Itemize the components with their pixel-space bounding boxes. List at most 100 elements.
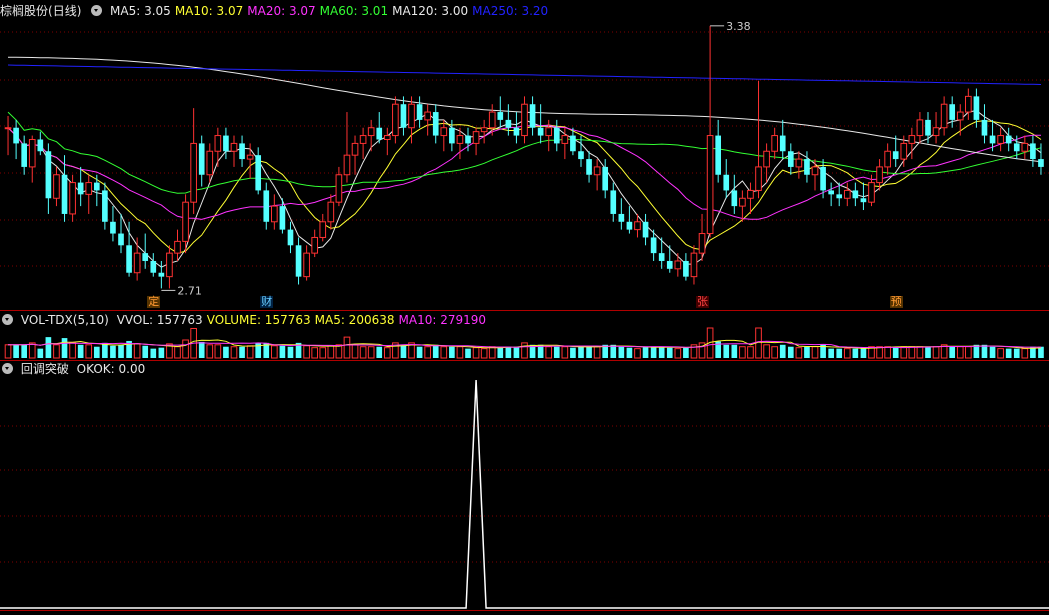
volume-bar xyxy=(279,345,286,358)
candle-down xyxy=(449,127,455,144)
candle-up xyxy=(214,135,222,152)
volume-bar xyxy=(723,344,730,358)
candle-down xyxy=(731,190,738,207)
candle-down xyxy=(1013,143,1020,152)
volume-bar xyxy=(1021,348,1029,359)
candle-down xyxy=(198,143,205,175)
candle-up xyxy=(190,142,197,203)
event-marker[interactable]: 张 xyxy=(696,296,710,308)
signal-chart[interactable] xyxy=(0,362,1049,615)
volume-bar xyxy=(593,346,601,359)
candle-up xyxy=(1021,142,1029,152)
volume-bar xyxy=(811,346,819,359)
volume-bar xyxy=(747,346,754,359)
volume-bar xyxy=(997,348,1004,359)
volume-bar xyxy=(174,346,181,359)
volume-bar xyxy=(626,347,633,358)
candle-up xyxy=(997,135,1004,144)
volume-bar xyxy=(674,348,682,359)
candle-down xyxy=(158,272,165,277)
volume-bar xyxy=(214,344,222,359)
volume-bar xyxy=(949,346,956,358)
candle-down xyxy=(570,135,576,152)
volume-bar xyxy=(666,347,673,358)
candle-up xyxy=(488,111,496,129)
candle-down xyxy=(529,104,536,128)
candle-up xyxy=(367,127,375,137)
candle-down xyxy=(787,151,794,167)
event-marker[interactable]: 财 xyxy=(260,296,274,308)
event-marker[interactable]: 预 xyxy=(889,296,903,308)
candle-up xyxy=(133,252,141,274)
volume-bar xyxy=(884,346,891,359)
candle-up xyxy=(706,135,714,235)
signal-line xyxy=(0,379,1049,609)
candle-down xyxy=(683,260,689,277)
candle-down xyxy=(295,245,302,277)
volume-bar xyxy=(449,346,455,358)
volume-bar xyxy=(367,346,375,359)
candle-up xyxy=(908,135,916,144)
candle-down xyxy=(505,119,512,128)
candle-down xyxy=(650,237,657,254)
volume-bar xyxy=(981,344,988,358)
candle-up xyxy=(246,154,254,160)
candle-up xyxy=(795,158,803,168)
candle-down xyxy=(400,104,407,128)
candle-up xyxy=(327,201,335,223)
candle-down xyxy=(77,182,84,195)
volume-bar xyxy=(21,344,27,358)
volume-bar xyxy=(351,344,359,359)
candle-down xyxy=(279,206,286,230)
candle-up xyxy=(755,166,762,191)
candle-up xyxy=(351,142,359,156)
candle-up xyxy=(739,197,746,207)
volume-bar xyxy=(343,336,351,359)
candle-up xyxy=(335,174,343,203)
candle-down xyxy=(13,127,19,144)
candle-up xyxy=(166,252,173,278)
volume-bar xyxy=(731,344,738,358)
volume-bar xyxy=(53,344,60,359)
high-price-label: 3.38 xyxy=(726,20,751,33)
candle-up xyxy=(868,182,875,203)
volume-bar xyxy=(400,344,407,358)
volume-bar xyxy=(570,347,576,358)
candle-up xyxy=(53,174,60,199)
volume-bar xyxy=(965,346,972,359)
volume-bar xyxy=(779,344,786,358)
candle-down xyxy=(666,260,673,269)
volume-bar xyxy=(158,347,165,358)
candle-up xyxy=(843,189,851,199)
volume-bar xyxy=(843,348,851,359)
volume-bar xyxy=(424,346,431,359)
candle-down xyxy=(102,190,108,222)
volume-bar xyxy=(932,346,940,359)
volume-bar xyxy=(327,345,335,359)
candle-up xyxy=(230,142,238,152)
candle-down xyxy=(989,135,996,144)
volume-bar xyxy=(223,346,229,358)
candle-up xyxy=(359,135,367,144)
volume-bar xyxy=(908,346,916,359)
candle-down xyxy=(537,127,544,136)
event-marker[interactable]: 定 xyxy=(147,296,161,308)
volume-bar xyxy=(246,345,254,359)
volume-chart[interactable] xyxy=(0,312,1049,362)
volume-bar xyxy=(642,346,649,358)
price-chart[interactable]: 3.38 2.71 xyxy=(0,0,1049,312)
candle-down xyxy=(376,127,383,140)
candle-down xyxy=(852,190,859,199)
volume-bar xyxy=(876,346,883,359)
candle-up xyxy=(408,103,415,129)
candle-down xyxy=(263,190,270,222)
candle-up xyxy=(85,182,93,195)
candle-up xyxy=(698,233,706,254)
candle-up xyxy=(182,201,189,242)
volume-bar xyxy=(61,338,68,358)
volume-bar xyxy=(440,346,448,359)
candle-up xyxy=(747,189,754,199)
volume-bar xyxy=(925,346,931,358)
candle-up xyxy=(771,135,778,152)
volume-bar xyxy=(795,347,803,359)
